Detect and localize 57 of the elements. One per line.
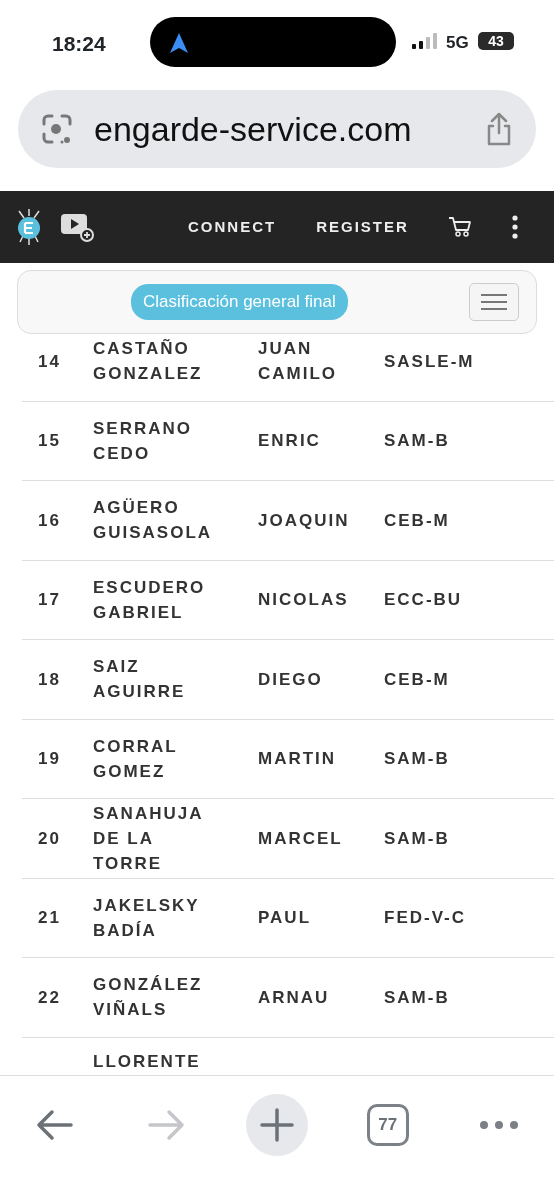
network-label: 5G <box>446 32 469 54</box>
plus-icon <box>260 1108 294 1142</box>
table-cell-text: CASTAÑO GONZALEZ <box>93 338 204 386</box>
tabs-button[interactable]: 77 <box>356 1094 419 1156</box>
table-cell: MARTIN <box>258 749 337 769</box>
nav-link[interactable]: REGISTER <box>316 215 409 239</box>
table-cell-text: SERRANO CEDO <box>93 417 193 465</box>
table-cell: JUAN CAMILO <box>258 339 338 384</box>
table-cell: ECC-BU <box>384 590 463 610</box>
back-arrow-icon <box>35 1109 76 1141</box>
table-cell: SAM-B <box>384 749 450 769</box>
menu-icon <box>480 293 508 311</box>
address-bar[interactable]: engarde-service.com <box>18 90 536 168</box>
table-cell: SAM-B <box>384 431 450 451</box>
table-cell: SAM-B <box>384 987 450 1007</box>
table-cell: 20 <box>38 828 61 848</box>
table-cell-text: JAKELSKY BADÍA <box>93 894 201 942</box>
table-cell: PAUL <box>258 908 311 928</box>
table-cell: CEB-M <box>384 510 450 530</box>
battery-level: 43 <box>478 32 514 50</box>
url-text: engarde-service.com <box>94 108 413 150</box>
table-cell-text: GONZÁLEZ VIÑALS <box>93 974 204 1022</box>
table-cell-text: CORRAL GOMEZ <box>93 735 179 783</box>
status-time: 18:24 <box>52 31 106 57</box>
menu-toggle-button[interactable] <box>469 283 519 321</box>
table-cell: DIEGO <box>258 669 323 689</box>
table-cell: 15 <box>38 431 61 451</box>
table-cell-text: SAIZ AGUIRRE <box>93 656 187 704</box>
nav-link[interactable]: CONNECT <box>188 215 277 239</box>
table-cell-text: SANAHUJA DE LA TORRE <box>93 802 204 875</box>
table-cell: JOAQUIN <box>258 510 350 530</box>
more-menu-icon[interactable] <box>512 215 518 239</box>
video-add-icon[interactable] <box>60 212 94 242</box>
table-cell: ARNAU <box>258 987 330 1007</box>
table-cell: FED-V-C <box>384 908 466 928</box>
table-cell: 18 <box>38 669 61 689</box>
forward-arrow-icon <box>146 1109 187 1141</box>
table-cell: 21 <box>38 908 61 928</box>
cart-icon[interactable] <box>448 216 472 238</box>
table-cell: ENRIC <box>258 431 321 451</box>
table-cell-text: AGÜERO GUISASOLA <box>93 497 214 545</box>
lens-icon[interactable] <box>40 112 74 146</box>
table-cell: CEB-M <box>384 669 450 689</box>
location-arrow-icon <box>168 32 190 54</box>
table-cell: 14 <box>38 351 61 371</box>
table-cell: 19 <box>38 749 61 769</box>
table-cell-text: ESCUDERO GABRIEL <box>93 576 207 624</box>
table-cell: SAM-B <box>384 828 450 848</box>
more-icon <box>478 1120 519 1130</box>
table-cell: MARCEL <box>258 828 343 848</box>
table-cell: 17 <box>38 590 61 610</box>
table-cell: SASLE-M <box>384 351 475 371</box>
table-cell: NICOLAS <box>258 590 349 610</box>
table-cell: 16 <box>38 510 61 530</box>
table-cell: 22 <box>38 987 61 1007</box>
signal-icon <box>412 33 438 49</box>
table-cell-text: LLORENTE <box>93 1050 202 1073</box>
